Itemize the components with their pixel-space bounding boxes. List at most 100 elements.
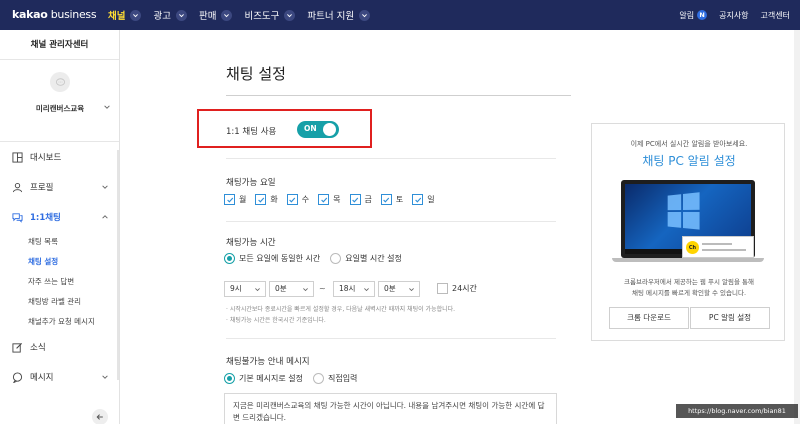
sidebar-item-message[interactable]: 메시지 <box>0 362 119 392</box>
page-scrollbar[interactable] <box>794 30 800 424</box>
day-checkbox-sat[interactable]: 토 <box>380 194 403 205</box>
sidebar-item-dashboard[interactable]: 대시보드 <box>0 142 119 172</box>
support-link[interactable]: 고객센터 <box>761 10 790 21</box>
person-icon <box>12 182 23 192</box>
start-minute-value: 0분 <box>275 284 287 293</box>
arrow-left-icon <box>96 414 103 420</box>
message-bubble-icon <box>12 371 23 383</box>
toggle-state-text: ON <box>304 124 317 133</box>
chevron-down-icon <box>102 185 108 189</box>
checkbox-checked-icon <box>255 194 267 205</box>
chrome-download-button[interactable]: 크롬 다운로드 <box>609 307 689 329</box>
day-checkbox-wed[interactable]: 수 <box>286 194 310 205</box>
chevron-down-icon <box>364 288 369 292</box>
days-section-label: 채팅가능 요일 <box>226 178 276 188</box>
nav-item-partner[interactable]: 파트너 지원 <box>307 8 371 22</box>
sidebar-item-label: 1:1채팅 <box>30 213 61 223</box>
pc-notification-setting-button[interactable]: PC 알림 설정 <box>690 307 770 329</box>
sidebar-title: 채널 관리자센터 <box>0 30 119 60</box>
toggle-knob <box>323 123 336 136</box>
page-title: 채팅 설정 <box>226 65 286 83</box>
message-mode-radio-group: 기본 메시지로 설정 직접입력 <box>224 373 357 384</box>
alarm-link[interactable]: 알림 N <box>679 10 708 21</box>
radio-each-day[interactable] <box>330 253 342 264</box>
chat-icon <box>12 212 23 223</box>
alarm-label: 알림 <box>679 10 695 20</box>
edit-icon <box>12 342 23 353</box>
promo-subtitle: 이제 PC에서 실시간 알림을 받아보세요. <box>630 140 748 148</box>
sidebar-subitem-add-request-message[interactable]: 채널추가 요청 메시지 <box>0 312 119 332</box>
sidebar-item-label: 대시보드 <box>30 153 62 163</box>
avatar <box>50 72 70 92</box>
all-day-label: 24시간 <box>452 284 477 293</box>
sidebar-item-chat[interactable]: 1:1채팅 <box>0 202 119 232</box>
checkbox-checked-icon <box>286 194 298 205</box>
sidebar-collapse-button[interactable] <box>92 409 108 424</box>
sidebar: 채널 관리자센터 미리캔버스교육 대시보드 프로필 1:1채팅 채팅 목록 채팅… <box>0 30 120 424</box>
day-checkbox-sun[interactable]: 일 <box>412 194 435 205</box>
end-hour-value: 18시 <box>339 284 356 293</box>
radio-default-message[interactable] <box>224 373 235 384</box>
top-navigation-bar: kakao business 채널 광고 판매 비즈도구 파트너 지원 알림 N… <box>0 0 800 30</box>
checkbox-checked-icon <box>380 194 392 205</box>
sidebar-item-label: 프로필 <box>30 183 54 193</box>
pc-notification-promo: 이제 PC에서 실시간 알림을 받아보세요. 채팅 PC 알림 설정 Ch 크롬… <box>591 123 785 341</box>
time-note-1: · 시작시간보다 종료시간을 빠르게 설정할 경우, 다음날 새벽시간 때까지 … <box>226 306 456 313</box>
notice-link[interactable]: 공지사항 <box>719 10 748 21</box>
notification-popup: Ch <box>682 236 754 258</box>
chevron-down-icon <box>409 288 414 292</box>
radio-same-time-label[interactable]: 모든 요일에 동일한 시간 <box>239 253 320 264</box>
day-label: 일 <box>427 195 435 204</box>
brand-logo[interactable]: kakao business <box>12 8 97 21</box>
day-checkbox-mon[interactable]: 월 <box>224 194 246 205</box>
all-day-checkbox[interactable]: 24시간 <box>437 283 477 294</box>
chevron-down-icon <box>130 9 142 21</box>
chevron-up-icon <box>102 215 108 219</box>
day-label: 목 <box>333 195 341 204</box>
radio-custom-message-label[interactable]: 직접입력 <box>328 373 357 384</box>
radio-each-day-label[interactable]: 요일별 시간 설정 <box>345 253 402 264</box>
nav-item-ads[interactable]: 광고 <box>153 8 187 22</box>
nav-item-label: 비즈도구 <box>244 11 280 22</box>
nav-item-sales[interactable]: 판매 <box>199 8 233 22</box>
checkbox-checked-icon <box>349 194 361 205</box>
day-checkbox-tue[interactable]: 화 <box>255 194 278 205</box>
chevron-down-icon <box>284 9 296 21</box>
nav-item-biz-tools[interactable]: 비즈도구 <box>244 8 296 22</box>
nav-item-channel[interactable]: 채널 <box>108 8 142 22</box>
title-divider <box>226 95 571 96</box>
notice-label: 공지사항 <box>719 10 749 20</box>
sidebar-subitem-chat-list[interactable]: 채팅 목록 <box>0 232 119 252</box>
radio-custom-message[interactable] <box>312 373 324 384</box>
time-mode-radio-group: 모든 요일에 동일한 시간 요일별 시간 설정 <box>224 253 402 264</box>
sidebar-item-profile[interactable]: 프로필 <box>0 172 119 202</box>
promo-title: 채팅 PC 알림 설정 <box>642 154 736 168</box>
day-label: 수 <box>301 195 310 204</box>
promo-description-line: 채팅 메시지를 빠르게 확인할 수 있습니다. <box>631 289 747 297</box>
chevron-down-icon <box>102 375 108 379</box>
channel-profile-selector[interactable]: 미리캔버스교육 <box>0 60 119 142</box>
start-minute-select[interactable]: 0분 <box>269 281 314 297</box>
dashboard-icon <box>12 151 23 163</box>
day-checkbox-thu[interactable]: 목 <box>318 194 341 205</box>
sidebar-item-news[interactable]: 소식 <box>0 332 119 362</box>
sidebar-subitem-chat-labels[interactable]: 채팅방 라벨 관리 <box>0 292 119 312</box>
promo-description-line: 크롬브라우저에서 제공하는 웹 푸시 알림을 통해 <box>624 278 754 286</box>
chevron-down-icon <box>175 9 187 21</box>
chat-use-toggle[interactable]: ON <box>297 121 339 138</box>
sidebar-subitem-chat-settings[interactable]: 채팅 설정 <box>0 252 119 272</box>
chevron-down-icon[interactable] <box>103 103 111 111</box>
sidebar-subitem-frequent-replies[interactable]: 자주 쓰는 답변 <box>0 272 119 292</box>
sidebar-scrollbar[interactable] <box>117 150 119 380</box>
radio-same-time[interactable] <box>224 253 235 264</box>
start-hour-select[interactable]: 9시 <box>224 281 266 297</box>
end-hour-select[interactable]: 18시 <box>333 281 375 297</box>
end-minute-select[interactable]: 0분 <box>378 281 420 297</box>
laptop-base <box>612 258 764 262</box>
day-checkbox-fri[interactable]: 금 <box>349 194 372 205</box>
checkbox-checked-icon <box>224 194 235 205</box>
annotation-highlight-box <box>197 109 372 148</box>
notification-text-line <box>702 243 732 245</box>
radio-default-message-label[interactable]: 기본 메시지로 설정 <box>239 373 303 384</box>
start-hour-value: 9시 <box>230 284 242 293</box>
